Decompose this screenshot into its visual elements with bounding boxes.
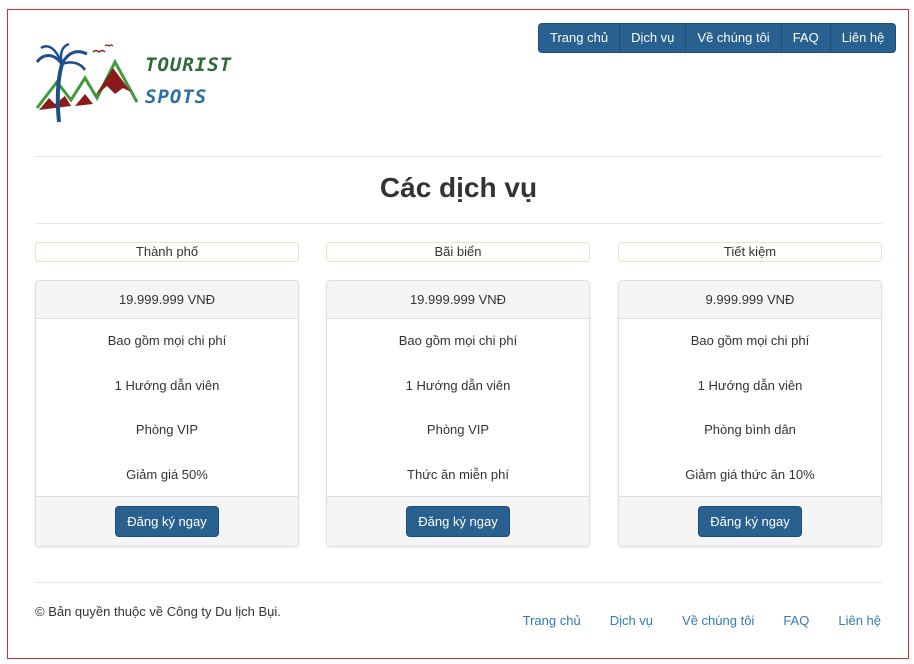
logo-text-spots: SPOTS (145, 86, 208, 108)
feature-list: Bao gồm mọi chi phí 1 Hướng dẫn viên Phò… (36, 319, 298, 498)
card-footer: Đăng ký ngay (327, 496, 589, 546)
feature-item: Phòng bình dân (704, 422, 796, 437)
nav-home-button[interactable]: Trang chủ (539, 24, 619, 52)
footer-link-contact[interactable]: Liên hệ (838, 613, 881, 628)
feature-item: Giảm giá thức ăn 10% (685, 466, 815, 482)
footer-link-about[interactable]: Về chúng tôi (682, 613, 754, 628)
price-label: 19.999.999 VNĐ (36, 281, 298, 319)
divider (35, 156, 882, 157)
feature-item: Bao gồm mọi chi phí (107, 333, 227, 348)
feature-item: Bao gồm mọi chi phí (690, 333, 810, 348)
divider (35, 223, 882, 224)
category-label-city: Thành phố (35, 242, 299, 262)
nav-services-button[interactable]: Dịch vụ (619, 24, 685, 52)
feature-item: 1 Hướng dẫn viên (405, 377, 511, 393)
palm-mountain-logo-icon (35, 42, 139, 123)
nav-faq-button[interactable]: FAQ (780, 24, 830, 52)
pricing-card-budget: 9.999.999 VNĐ Bao gồm mọi chi phí 1 Hướn… (618, 280, 882, 547)
feature-item: Giảm giá 50% (126, 466, 208, 482)
feature-list: Bao gồm mọi chi phí 1 Hướng dẫn viên Phò… (327, 319, 589, 498)
feature-item: 1 Hướng dẫn viên (114, 377, 220, 393)
footer-link-home[interactable]: Trang chủ (523, 613, 581, 628)
feature-item: Phòng VIP (426, 422, 490, 437)
page-title: Các dịch vụ (379, 172, 538, 203)
card-footer: Đăng ký ngay (36, 496, 298, 546)
top-navbar: Trang chủ Dịch vụ Về chúng tôi FAQ Liên … (538, 23, 897, 53)
site-logo[interactable]: TOURIST SPOTS (35, 42, 235, 128)
price-label: 9.999.999 VNĐ (619, 281, 881, 319)
footer-link-faq[interactable]: FAQ (783, 613, 809, 628)
card-footer: Đăng ký ngay (619, 496, 881, 546)
feature-item: Phòng VIP (135, 422, 199, 437)
pricing-card-city: 19.999.999 VNĐ Bao gồm mọi chi phí 1 Hướ… (35, 280, 299, 547)
feature-item: Thức ăn miễn phí (407, 466, 509, 482)
logo-text-tourist: TOURIST (145, 54, 233, 76)
feature-item: 1 Hướng dẫn viên (697, 377, 803, 393)
footer-nav: Trang chủ Dịch vụ Về chúng tôi FAQ Liên … (494, 613, 881, 628)
copyright-text: © Bản quyền thuộc về Công ty Du lịch Bụi… (35, 604, 281, 619)
category-label-beach: Bãi biển (326, 242, 590, 262)
divider (35, 582, 882, 583)
footer-link-services[interactable]: Dịch vụ (610, 613, 653, 628)
nav-about-button[interactable]: Về chúng tôi (685, 24, 780, 52)
nav-contact-button[interactable]: Liên hệ (829, 24, 896, 52)
feature-list: Bao gồm mọi chi phí 1 Hướng dẫn viên Phò… (619, 319, 881, 498)
pricing-card-beach: 19.999.999 VNĐ Bao gồm mọi chi phí 1 Hướ… (326, 280, 590, 547)
feature-item: Bao gồm mọi chi phí (398, 333, 518, 348)
register-button[interactable]: Đăng ký ngay (406, 506, 510, 537)
register-button[interactable]: Đăng ký ngay (698, 506, 802, 537)
category-label-budget: Tiết kiệm (618, 242, 882, 262)
register-button[interactable]: Đăng ký ngay (115, 506, 219, 537)
price-label: 19.999.999 VNĐ (327, 281, 589, 319)
